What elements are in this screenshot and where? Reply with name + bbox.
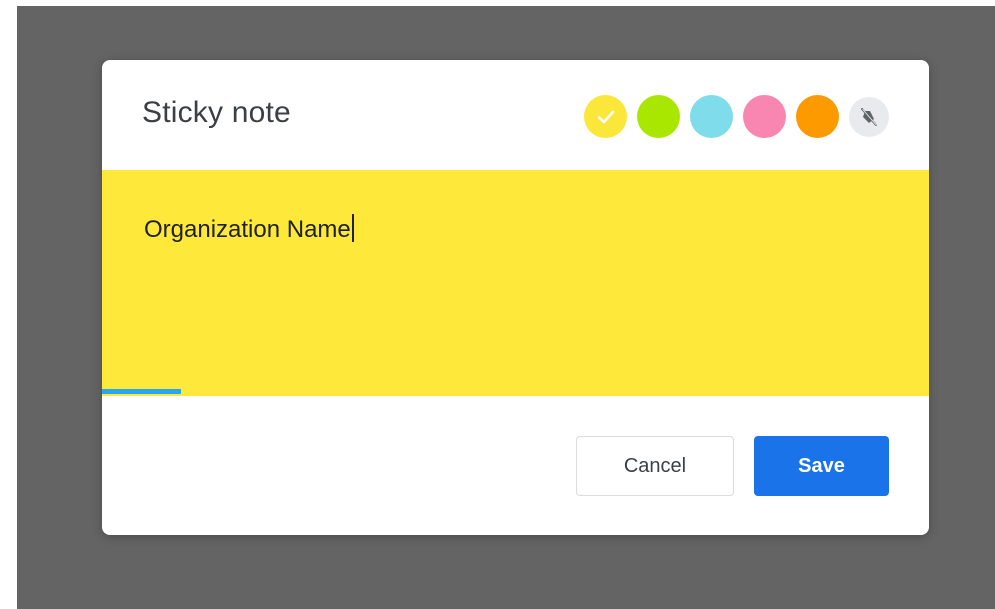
sticky-note-dialog: Sticky note Organization Name Cancel Sav…	[102, 60, 929, 535]
color-swatches	[584, 95, 889, 138]
note-text: Organization Name	[144, 214, 354, 244]
note-text-value: Organization Name	[144, 216, 351, 243]
no-color-icon	[861, 107, 877, 126]
text-cursor	[351, 214, 354, 242]
swatch-yellow[interactable]	[584, 95, 627, 138]
dialog-actions: Cancel Save	[576, 436, 889, 496]
save-button[interactable]: Save	[754, 436, 889, 496]
dialog-header: Sticky note	[102, 60, 929, 170]
swatch-green[interactable]	[637, 95, 680, 138]
note-text-area[interactable]: Organization Name	[102, 170, 929, 396]
dialog-title: Sticky note	[142, 96, 291, 129]
progress-bar	[102, 389, 929, 394]
check-icon	[597, 110, 614, 123]
swatch-none[interactable]	[849, 96, 889, 137]
cancel-button[interactable]: Cancel	[576, 436, 734, 496]
swatch-pink[interactable]	[743, 95, 786, 138]
swatch-cyan[interactable]	[690, 95, 733, 138]
swatch-orange[interactable]	[796, 95, 839, 138]
progress-bar-fill	[102, 389, 181, 394]
